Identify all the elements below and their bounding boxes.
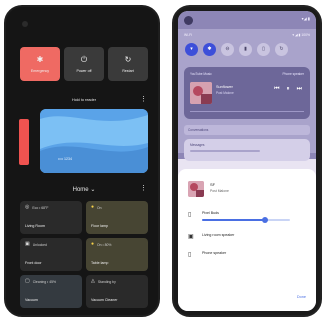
media-output-device[interactable]: Phone speaker — [283, 72, 304, 76]
restart-icon: ↻ — [124, 54, 132, 64]
conversations-header: Conversations — [184, 125, 310, 135]
volume-slider-knob[interactable] — [262, 217, 269, 223]
control-status: Eco • 68°F — [32, 205, 49, 210]
volume-slider[interactable] — [202, 217, 290, 223]
phone-notification-shade: ▾◢ ▮ Wi-Fi ▾ ◢ ▮ 100% ▾ ✱ ⊖ ▮ ▯ ↻ YouTub… — [172, 5, 322, 317]
wallet-title: Hold to reader — [71, 98, 97, 102]
control-tile-floor-lamp[interactable]: ● On Floor lamp — [86, 201, 148, 234]
output-switcher-sheet: SF Post Malone ▯ Pixel Buds ▣ Living roo… — [178, 169, 316, 311]
power-off-button[interactable]: ⏻ Power off — [64, 47, 104, 81]
control-status: On — [97, 205, 102, 210]
sheet-track-title: SF — [210, 182, 216, 187]
output-device-phone-speaker[interactable]: ▯ Phone speaker — [188, 249, 306, 265]
carrier-label: Wi-Fi — [184, 33, 192, 37]
thermostat-icon: ◎ — [25, 204, 30, 210]
flashlight-icon[interactable]: ▮ — [239, 43, 252, 56]
pause-icon[interactable]: ⏸ — [287, 86, 290, 92]
restart-label: Restart — [122, 68, 134, 73]
message-preview-line — [190, 150, 260, 152]
control-name: Front door — [25, 261, 42, 265]
wallet-card[interactable]: •••• 1234 — [40, 109, 148, 173]
wallet-header: Hold to reader ⋮ — [20, 96, 148, 105]
next-track-icon[interactable]: ⏭ — [297, 86, 302, 92]
screenshot-stage: ✱ Emergency ⏻ Power off ↻ Restart Hold t… — [0, 0, 326, 322]
restart-button[interactable]: ↻ Restart — [108, 47, 148, 81]
album-art-image — [188, 181, 204, 197]
device-name: Living room speaker — [202, 233, 235, 237]
phone-icon: ▯ — [188, 212, 192, 218]
control-name: Living Room — [25, 224, 45, 228]
chevron-down-icon: ⌄ — [90, 187, 96, 193]
control-name: Vacuum Cleaner — [91, 298, 118, 302]
sheet-track-artist: Post Malone — [210, 189, 229, 193]
volume-slider-fill — [202, 219, 266, 221]
control-tile-vacuum[interactable]: ▢ Cleaning • 45% Vacuum — [20, 275, 82, 308]
bluetooth-icon[interactable]: ✱ — [203, 43, 216, 56]
conversations-label: Conversations — [188, 128, 209, 132]
dnd-icon[interactable]: ⊖ — [221, 43, 234, 56]
quick-settings-row: ▾ ✱ ⊖ ▮ ▯ ↻ — [185, 43, 288, 56]
notification-shade: ▾◢ ▮ Wi-Fi ▾ ◢ ▮ 100% ▾ ✱ ⊖ ▮ ▯ ↻ YouTub… — [178, 11, 316, 311]
power-menu-row: ✱ Emergency ⏻ Power off ↻ Restart — [20, 47, 148, 81]
control-tile-living-room[interactable]: ◎ Eco • 68°F Living Room — [20, 201, 82, 234]
sos-icon: ✱ — [36, 54, 44, 64]
previous-track-icon[interactable]: ⏮ — [274, 86, 279, 92]
album-art — [190, 82, 212, 104]
lock-icon: ▣ — [25, 241, 30, 247]
emergency-label: Emergency — [30, 68, 50, 73]
speaker-icon: ◬ — [91, 278, 95, 284]
emergency-button[interactable]: ✱ Emergency — [20, 47, 60, 81]
home-title[interactable]: Home ⌄ — [20, 186, 148, 193]
media-app-name: YouTube Music — [190, 72, 212, 76]
media-progress-bar[interactable] — [190, 111, 304, 112]
front-camera — [22, 21, 28, 27]
output-device-living-room-speaker[interactable]: ▣ Living room speaker — [188, 231, 306, 247]
speaker-icon: ▣ — [188, 234, 194, 240]
home-title-text: Home — [72, 187, 89, 193]
control-tile-front-door[interactable]: ▣ Unlocked Front door — [20, 238, 82, 271]
control-name: Floor lamp — [91, 224, 108, 228]
track-artist: Post Malone — [216, 91, 234, 95]
media-controls: ⏮ ⏸ ⏭ — [274, 86, 302, 92]
control-status: Unlocked — [32, 242, 47, 247]
front-camera — [184, 16, 193, 25]
vacuum-icon: ▢ — [25, 278, 30, 284]
phone-power-menu: ✱ Emergency ⏻ Power off ↻ Restart Hold t… — [4, 5, 160, 317]
battery-saver-icon[interactable]: ▯ — [257, 43, 270, 56]
output-device-pixel-buds[interactable]: ▯ Pixel Buds — [188, 209, 306, 225]
done-button[interactable]: Done — [297, 295, 306, 299]
control-name: Table lamp — [91, 261, 109, 265]
bulb-icon: ● — [91, 204, 95, 210]
device-name: Phone speaker — [202, 251, 227, 255]
home-header: Home ⌄ ⋮ — [20, 185, 148, 195]
control-status: Cleaning • 45% — [32, 279, 56, 284]
power-off-label: Power off — [76, 68, 92, 73]
control-status: On • 80% — [97, 242, 112, 247]
power-off-icon: ⏻ — [80, 54, 88, 64]
wallet-card-peek[interactable] — [19, 119, 29, 165]
media-player-card[interactable]: YouTube Music Phone speaker Sunflower Po… — [184, 67, 310, 119]
card-art — [40, 109, 148, 173]
home-more-icon[interactable]: ⋮ — [140, 185, 147, 192]
device-name: Pixel Buds — [202, 211, 219, 215]
status-icons: ▾ ◢ ▮ 100% — [292, 33, 310, 37]
album-art — [188, 181, 204, 197]
message-app-name: Messages — [190, 143, 205, 147]
control-name: Vacuum — [25, 298, 38, 302]
message-notification[interactable]: Messages — [184, 139, 310, 161]
rotate-icon[interactable]: ↻ — [275, 43, 288, 56]
control-tile-vacuum-cleaner[interactable]: ◬ Standing by Vacuum Cleaner — [86, 275, 148, 308]
status-bar-icons: ▾◢ ▮ — [301, 16, 310, 21]
device-controls-grid: ◎ Eco • 68°F Living Room ● On Floor lamp… — [20, 201, 148, 308]
phone-icon: ▯ — [188, 252, 192, 258]
bulb-icon: ● — [91, 241, 95, 247]
control-tile-table-lamp[interactable]: ● On • 80% Table lamp — [86, 238, 148, 271]
wifi-icon[interactable]: ▾ — [185, 43, 198, 56]
card-number: •••• 1234 — [58, 157, 73, 161]
track-title: Sunflower — [216, 85, 233, 89]
wallet-more-icon[interactable]: ⋮ — [140, 96, 147, 103]
album-art-image — [190, 82, 212, 104]
control-status: Standing by — [97, 279, 116, 284]
